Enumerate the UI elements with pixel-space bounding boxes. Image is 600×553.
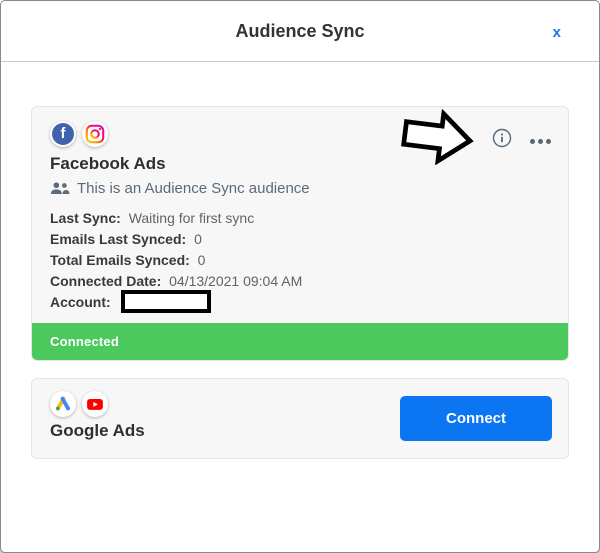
annotation-arrow-icon bbox=[401, 108, 474, 166]
detail-last-sync: Last Sync: Waiting for first sync bbox=[50, 208, 550, 229]
detail-label: Total Emails Synced: bbox=[50, 252, 190, 268]
status-text: Connected bbox=[50, 334, 119, 349]
detail-value: 0 bbox=[194, 231, 202, 247]
instagram-icon bbox=[82, 121, 108, 147]
detail-value: Waiting for first sync bbox=[128, 210, 255, 226]
detail-label: Account: bbox=[50, 294, 111, 310]
facebook-icon: f bbox=[50, 121, 76, 147]
detail-connected-date: Connected Date: 04/13/2021 09:04 AM bbox=[50, 271, 550, 292]
modal-header: Audience Sync x bbox=[1, 1, 599, 62]
google-ads-icon bbox=[50, 391, 76, 417]
detail-total-emails-synced: Total Emails Synced: 0 bbox=[50, 250, 550, 271]
facebook-card-body: f Facebook Ads This is an Audience Sync … bbox=[32, 107, 568, 327]
modal-title: Audience Sync bbox=[235, 21, 365, 41]
facebook-card-title: Facebook Ads bbox=[50, 154, 166, 173]
info-icon[interactable] bbox=[492, 128, 512, 148]
detail-value: 04/13/2021 09:04 AM bbox=[169, 273, 303, 289]
detail-value: 0 bbox=[197, 252, 206, 268]
redacted-account-value bbox=[120, 290, 211, 314]
audience-description-text: This is an Audience Sync audience bbox=[77, 180, 310, 197]
connect-button[interactable]: Connect bbox=[400, 396, 552, 441]
detail-label: Emails Last Synced: bbox=[50, 231, 187, 247]
status-badge: Connected bbox=[32, 323, 568, 360]
more-options-icon[interactable] bbox=[528, 135, 553, 148]
google-ads-card: Google Ads Connect bbox=[31, 378, 569, 459]
detail-label: Last Sync: bbox=[50, 210, 121, 226]
audience-description: This is an Audience Sync audience bbox=[50, 180, 550, 197]
sync-details: Last Sync: Waiting for first sync Emails… bbox=[50, 208, 550, 314]
detail-account: Account: bbox=[50, 290, 550, 314]
facebook-ads-card: f Facebook Ads This is an Audience Sync … bbox=[31, 106, 569, 361]
audience-sync-modal: Audience Sync x f Facebook Ads This is a… bbox=[0, 0, 600, 553]
youtube-icon bbox=[82, 391, 108, 417]
detail-label: Connected Date: bbox=[50, 273, 162, 289]
detail-emails-last-synced: Emails Last Synced: 0 bbox=[50, 229, 550, 250]
close-icon[interactable]: x bbox=[549, 22, 565, 43]
people-icon bbox=[50, 182, 70, 194]
